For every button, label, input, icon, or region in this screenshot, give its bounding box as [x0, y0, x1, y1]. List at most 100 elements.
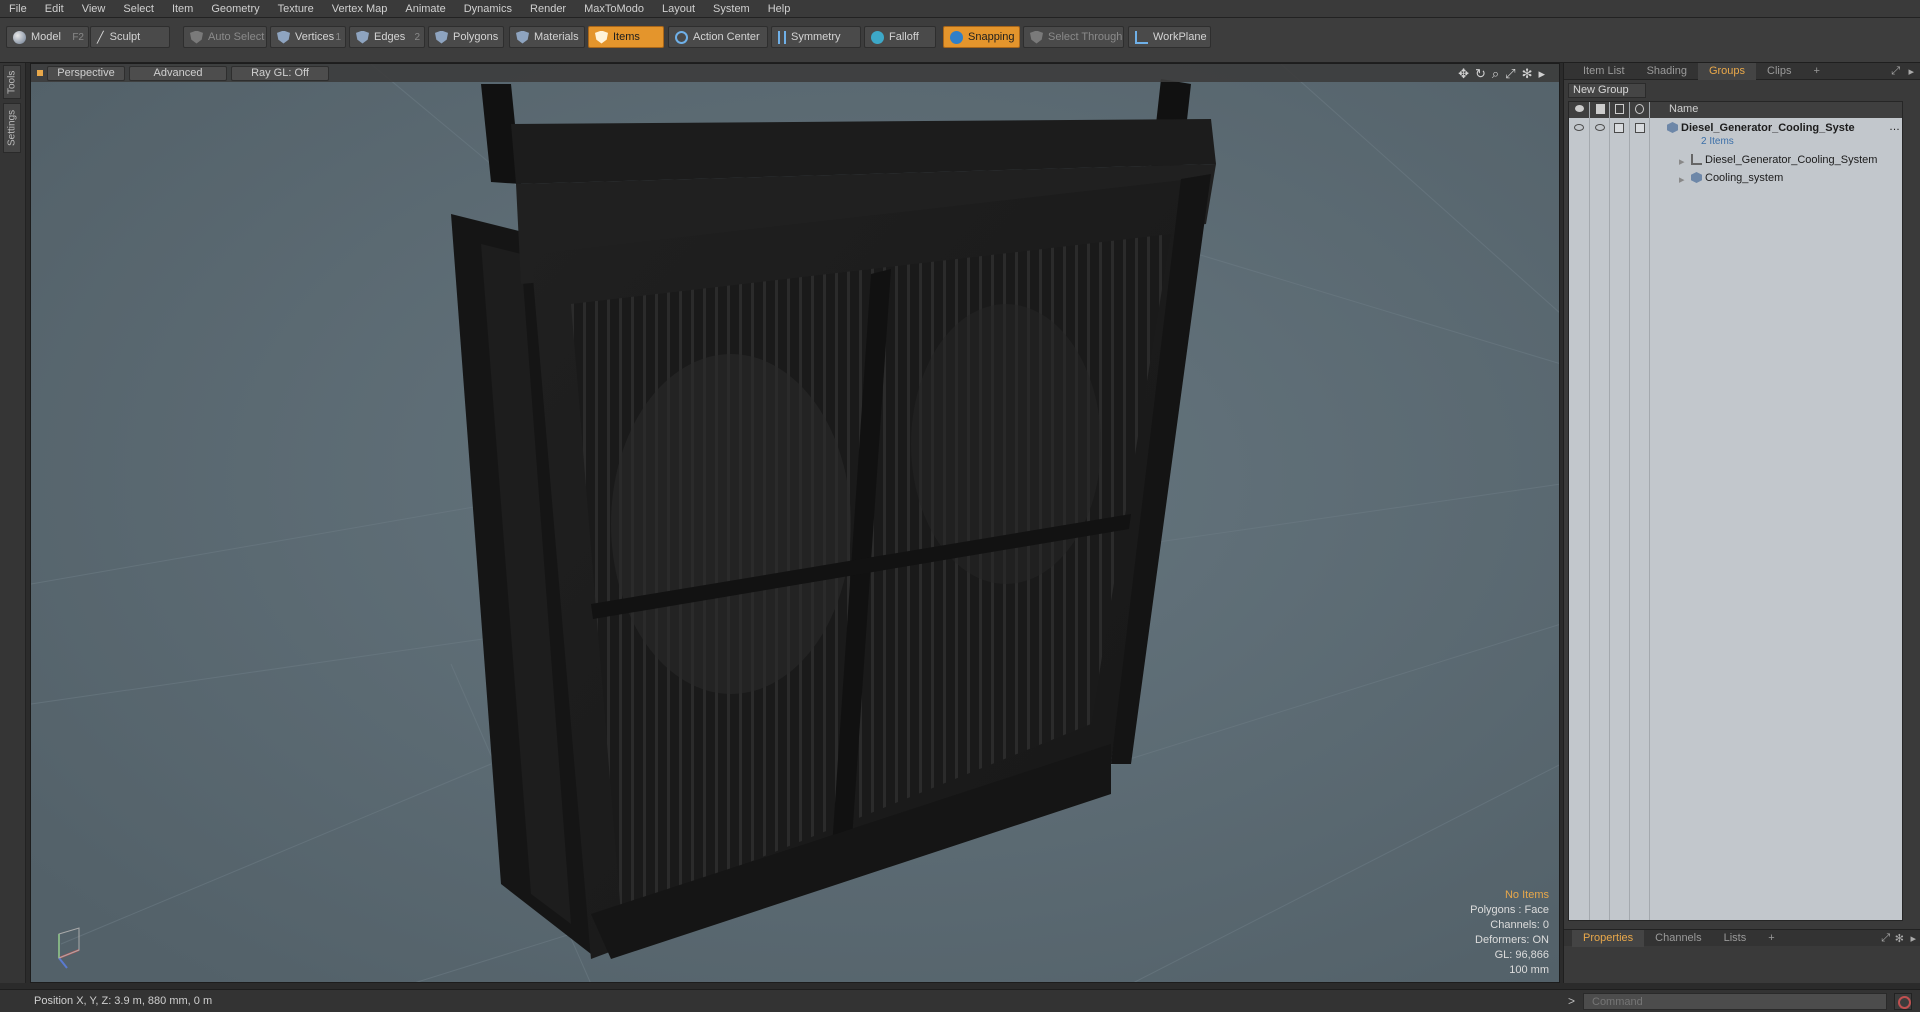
menu-geometry[interactable]: Geometry — [202, 0, 268, 18]
command-stop-icon[interactable] — [1894, 993, 1912, 1010]
workplane-label: WorkPlane — [1153, 31, 1207, 43]
tab-lists[interactable]: Lists — [1713, 930, 1758, 947]
tab-channels[interactable]: Channels — [1644, 930, 1712, 947]
symmetry-button[interactable]: Symmetry — [771, 26, 861, 48]
menu-system[interactable]: System — [704, 0, 759, 18]
menu-dynamics[interactable]: Dynamics — [455, 0, 521, 18]
visibility-column-icon — [1575, 105, 1584, 112]
falloff-icon — [871, 30, 884, 44]
sculpt-mode-button[interactable]: ╱ Sculpt — [90, 26, 170, 48]
new-group-button[interactable]: New Group — [1568, 83, 1646, 98]
viewport-nav-icons: ✥ ↻ ⌕ ⤢ ✻ ▸ — [1458, 66, 1545, 82]
tab-shading[interactable]: Shading — [1636, 63, 1698, 80]
edges-icon — [356, 30, 369, 44]
model-mode-button[interactable]: Model F2 — [6, 26, 89, 48]
select-through-button[interactable]: Select Through — [1023, 26, 1124, 48]
menu-texture[interactable]: Texture — [269, 0, 323, 18]
tab-properties[interactable]: Properties — [1572, 929, 1645, 947]
menu-item[interactable]: Item — [163, 0, 202, 18]
menu-select[interactable]: Select — [114, 0, 163, 18]
tree-child-row[interactable]: ▸ Diesel_Generator_Cooling_System — [1569, 152, 1902, 169]
groups-tree: Name Diesel_Generator_Cooling_Syste … 2 … — [1568, 101, 1903, 921]
menu-view[interactable]: View — [73, 0, 115, 18]
render-eye-icon[interactable] — [1595, 124, 1605, 131]
expand-arrow-icon[interactable]: ▸ — [1679, 173, 1685, 186]
menu-render[interactable]: Render — [521, 0, 575, 18]
auto-select-button[interactable]: Auto Select — [183, 26, 267, 48]
add-bottom-tab-button[interactable]: + — [1757, 930, 1785, 947]
model-label: Model — [31, 31, 61, 43]
add-tab-button[interactable]: + — [1802, 63, 1830, 80]
viewport-menu-icon[interactable] — [37, 70, 43, 76]
edges-label: Edges — [374, 31, 406, 43]
falloff-button[interactable]: Falloff — [864, 26, 936, 48]
panel-menu-icon[interactable]: ▸ — [1908, 65, 1914, 78]
lock-toggle[interactable] — [1614, 123, 1624, 133]
menu-layout[interactable]: Layout — [653, 0, 704, 18]
group-row[interactable]: Diesel_Generator_Cooling_Syste … 2 Items — [1569, 119, 1902, 149]
3d-viewport[interactable]: Perspective Advanced Ray GL: Off ✥ ↻ ⌕ ⤢… — [30, 63, 1560, 983]
move-view-icon[interactable]: ✥ — [1458, 66, 1469, 82]
menu-edit[interactable]: Edit — [36, 0, 73, 18]
menu-maxtomodo[interactable]: MaxToModo — [575, 0, 653, 18]
tab-clips[interactable]: Clips — [1756, 63, 1802, 80]
tree-child-row[interactable]: ▸ Cooling_system — [1569, 170, 1902, 187]
edges-shortcut: 2 — [414, 31, 420, 43]
tab-item-list[interactable]: Item List — [1572, 63, 1636, 80]
polygons-button[interactable]: Polygons — [428, 26, 504, 48]
viewport-settings-icon[interactable]: ✻ — [1522, 66, 1533, 82]
snapping-button[interactable]: Snapping — [943, 26, 1020, 48]
group-icon — [1667, 122, 1678, 133]
raygl-button[interactable]: Ray GL: Off — [231, 65, 329, 81]
child-label: Diesel_Generator_Cooling_System — [1691, 154, 1877, 166]
col-sep — [1649, 102, 1650, 920]
right-panel: Item List Shading Groups Clips + ⤢ ▸ New… — [1563, 62, 1920, 983]
rotate-view-icon[interactable]: ↻ — [1475, 66, 1486, 82]
snapping-label: Snapping — [968, 31, 1015, 43]
zoom-view-icon[interactable]: ⌕ — [1492, 66, 1499, 82]
perspective-button[interactable]: Perspective — [47, 65, 125, 81]
select-column-icon — [1635, 104, 1644, 114]
command-input[interactable] — [1583, 993, 1887, 1010]
menu-animate[interactable]: Animate — [396, 0, 454, 18]
menu-file[interactable]: File — [0, 0, 36, 18]
more-icon[interactable]: … — [1889, 121, 1900, 133]
panel-menu-icon[interactable]: ▸ — [1910, 932, 1916, 945]
expand-arrow-icon[interactable]: ▸ — [1679, 155, 1685, 168]
tab-tools[interactable]: Tools — [3, 65, 21, 99]
render-column-icon — [1596, 104, 1605, 114]
select-toggle[interactable] — [1635, 123, 1645, 133]
tab-settings[interactable]: Settings — [3, 103, 21, 153]
right-panel-tabs: Item List Shading Groups Clips + ⤢ ▸ — [1564, 62, 1920, 80]
model-shortcut: F2 — [72, 31, 84, 43]
menu-help[interactable]: Help — [759, 0, 800, 18]
child-text: Diesel_Generator_Cooling_System — [1705, 154, 1878, 166]
vertices-button[interactable]: Vertices 1 — [270, 26, 346, 48]
expand-panel-icon[interactable]: ⤢ — [1881, 932, 1890, 945]
tab-groups[interactable]: Groups — [1697, 62, 1757, 80]
action-center-button[interactable]: Action Center — [668, 26, 768, 48]
expand-panel-icon[interactable]: ⤢ — [1891, 65, 1900, 78]
info-selection: No Items — [1504, 889, 1549, 901]
items-icon — [595, 30, 608, 44]
symmetry-label: Symmetry — [791, 31, 841, 43]
vertices-icon — [277, 30, 290, 44]
info-channels: Channels: 0 — [1490, 919, 1549, 931]
gear-icon[interactable]: ✻ — [1895, 932, 1904, 945]
edges-button[interactable]: Edges 2 — [349, 26, 425, 48]
materials-button[interactable]: Materials — [509, 26, 585, 48]
action-center-label: Action Center — [693, 31, 760, 43]
visibility-eye-icon[interactable] — [1574, 124, 1584, 131]
viewport-expand-icon[interactable]: ▸ — [1538, 66, 1545, 82]
lock-column-icon — [1615, 104, 1624, 114]
menu-vertex-map[interactable]: Vertex Map — [323, 0, 397, 18]
select-through-icon — [1030, 30, 1043, 44]
fit-view-icon[interactable]: ⤢ — [1505, 66, 1515, 82]
advanced-button[interactable]: Advanced — [129, 65, 227, 81]
workplane-button[interactable]: WorkPlane — [1128, 26, 1211, 48]
name-column-header[interactable]: Name — [1669, 103, 1698, 115]
group-name-label: Diesel_Generator_Cooling_Syste — [1667, 122, 1855, 134]
status-bar: Position X, Y, Z: 3.9 m, 880 mm, 0 m > — [0, 989, 1920, 1012]
mesh-icon — [1691, 172, 1702, 183]
items-button[interactable]: Items — [588, 26, 664, 48]
